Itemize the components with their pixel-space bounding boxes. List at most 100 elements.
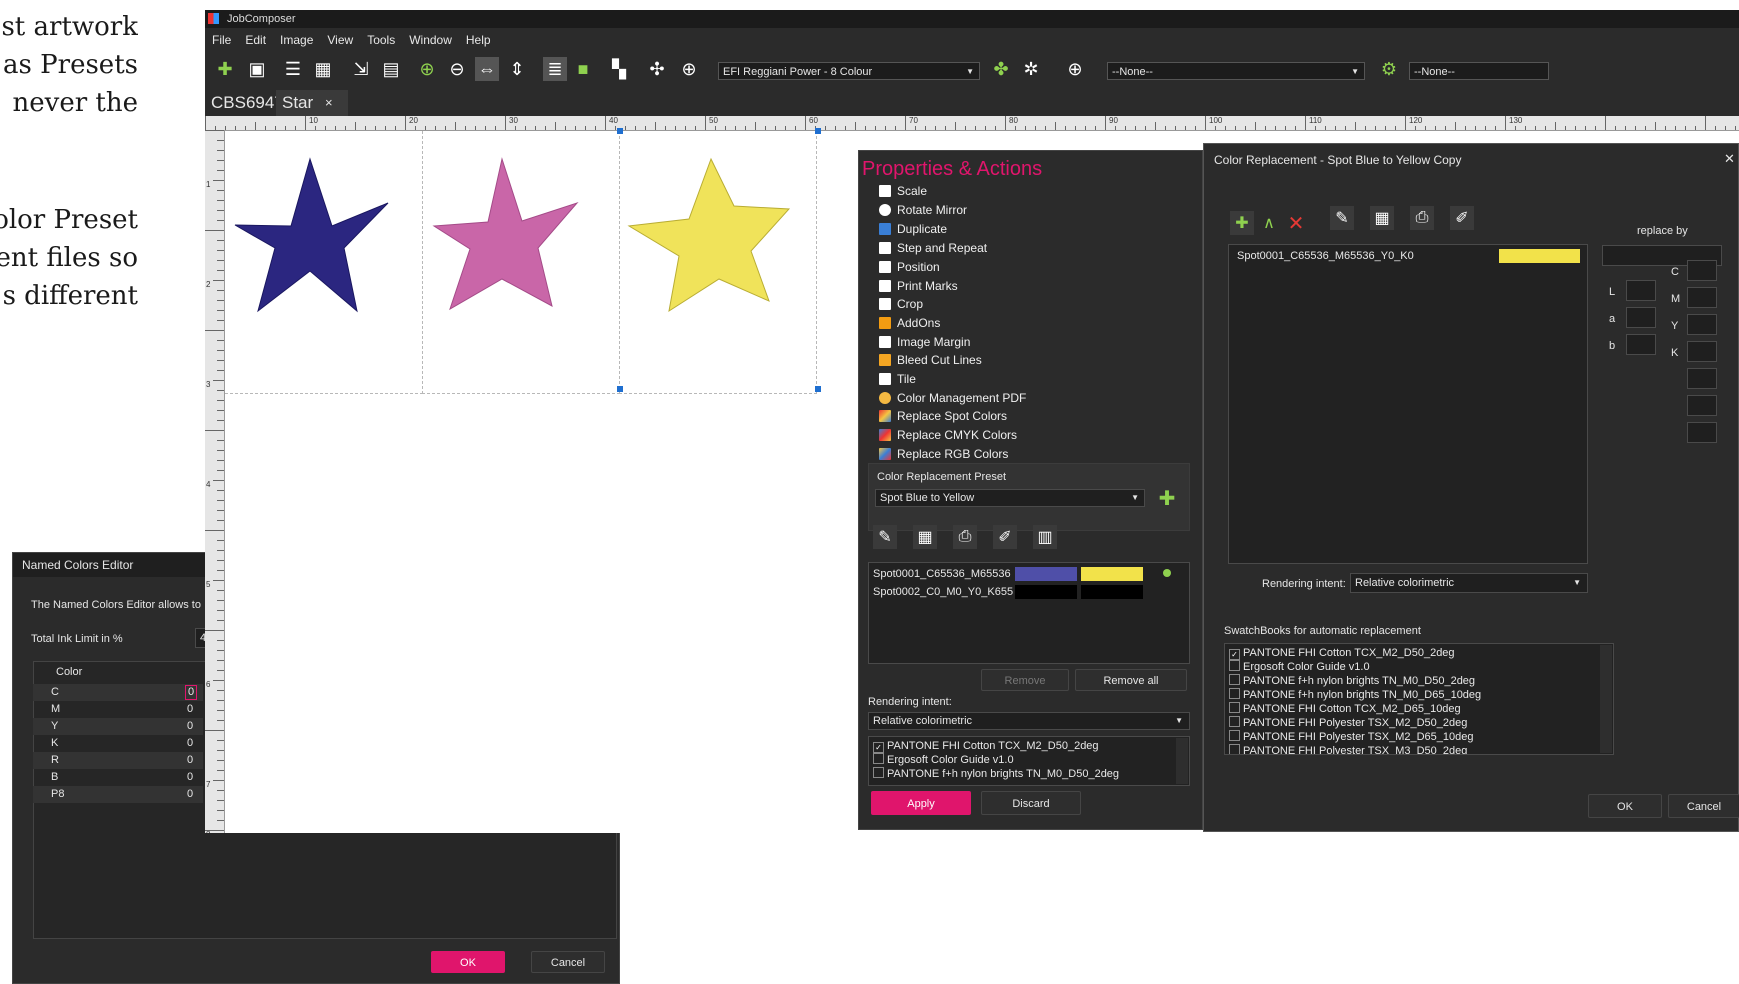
preset-dropdown[interactable]: Spot Blue to Yellow ▼ [875,489,1145,507]
none-dropdown[interactable]: --None-- ▼ [1107,62,1365,80]
ok-button[interactable]: OK [1588,794,1662,818]
rendering-intent-dropdown[interactable]: Relative colorimetric ▼ [1350,573,1588,593]
rendering-intent-dropdown[interactable]: Relative colorimetric ▼ [868,712,1190,730]
swatchbook-item[interactable]: ✓ PANTONE FHI Cotton TCX_M2_D50_2deg [873,739,1099,753]
table-row[interactable]: Y0 [33,718,203,735]
swatchbook-item[interactable]: PANTONE FHI Polyester TSX_M3_D50_2deg [1229,744,1467,754]
measure-icon[interactable]: ✐ [1450,206,1474,230]
cancel-button[interactable]: Cancel [531,951,605,973]
swatchbook-item[interactable]: Ergosoft Color Guide v1.0 [873,753,1014,767]
action-crop[interactable]: Crop [879,296,923,313]
action-tile[interactable]: Tile [879,371,916,388]
action-color-management-pdf[interactable]: Color Management PDF [879,390,1026,407]
fit-width-icon[interactable]: ⇔ [475,57,499,81]
crosshair-icon[interactable]: ⊕ [677,57,701,81]
image-icon[interactable]: ▦ [311,57,335,81]
swatchbook-item[interactable]: ✓ PANTONE FHI Cotton TCX_M2_D50_2deg [1229,646,1455,660]
cmyk-c-input[interactable] [1687,260,1717,281]
edit-color-icon[interactable]: ✎ [1330,206,1354,230]
table-row[interactable]: B0 [33,769,203,786]
star-image-pink[interactable] [422,131,619,393]
action-replace-spot-colors[interactable]: Replace Spot Colors [879,408,1007,425]
action-duplicate[interactable]: Duplicate [879,221,947,238]
ok-button[interactable]: OK [431,951,505,973]
target-color-swatch[interactable] [1081,585,1143,599]
selection-handle[interactable] [815,128,821,134]
replacement-name[interactable]: Spot0001_C65536_M65536 [873,567,1013,581]
action-rotate-mirror[interactable]: Rotate Mirror [879,202,967,219]
lab-l-input[interactable] [1626,280,1656,301]
action-bleed-cut-lines[interactable]: Bleed Cut Lines [879,352,982,369]
menu-tools[interactable]: Tools [360,30,402,50]
gear-icon[interactable]: ⚙ [1377,57,1401,81]
star-image-yellow[interactable] [619,131,816,393]
star-image-navy[interactable] [225,131,422,393]
zoom-in-icon[interactable]: ⊕ [415,57,439,81]
action-scale[interactable]: Scale [879,183,927,200]
swatch-icon[interactable]: ▥ [1033,525,1057,549]
gear-color-icon[interactable]: ✲ [1019,57,1043,81]
palette-icon[interactable]: ▦ [1370,206,1394,230]
remove-all-button[interactable]: Remove all [1075,669,1187,691]
cmyk-y-input[interactable] [1687,314,1717,335]
channel-input[interactable] [1687,422,1717,443]
edit-color-icon[interactable]: ✎ [873,525,897,549]
printer-icon[interactable]: ⎙ [1410,206,1434,230]
action-addons[interactable]: AddOns [879,315,940,332]
cancel-button[interactable]: Cancel [1668,794,1739,818]
table-row[interactable]: R0 [33,752,203,769]
scrollbar[interactable] [1176,738,1188,784]
channel-input[interactable] [1687,368,1717,389]
list-icon[interactable]: ≣ [543,57,567,81]
menu-window[interactable]: Window [402,30,459,50]
swatchbook-item[interactable]: PANTONE f+h nylon brights TN_M0_D50_2deg [873,767,1119,781]
close-icon[interactable]: ✕ [1724,151,1735,167]
add-preset-icon[interactable]: ✚ [1155,486,1179,510]
add-image-icon[interactable]: ▣ [245,57,269,81]
none-dropdown-2[interactable]: --None-- [1409,62,1549,80]
remove-button[interactable]: Remove [981,669,1069,691]
new-icon[interactable]: ✚ [213,57,237,81]
table-row[interactable]: P8 0 [33,786,203,803]
lab-a-input[interactable] [1626,307,1656,328]
cmyk-m-input[interactable] [1687,287,1717,308]
cmyk-k-input[interactable] [1687,341,1717,362]
scrollbar[interactable] [1600,645,1612,753]
swatchbook-item[interactable]: PANTONE FHI Polyester TSX_M2_D50_2deg [1229,716,1467,730]
lab-b-input[interactable] [1626,334,1656,355]
nest-icon[interactable]: ✣ [645,57,669,81]
zoom-out-icon[interactable]: ⊖ [445,57,469,81]
swatchbook-item[interactable]: PANTONE FHI Cotton TCX_M2_D65_10deg [1229,702,1461,716]
swatchbook-item[interactable]: Ergosoft Color Guide v1.0 [1229,660,1370,674]
menu-view[interactable]: View [320,30,360,50]
delete-icon[interactable]: ✕ [1284,211,1308,235]
split-icon[interactable]: ☰ [281,57,305,81]
apply-button[interactable]: Apply [871,791,971,815]
tab-star[interactable]: Star × [276,90,348,116]
selection-handle[interactable] [617,386,623,392]
menu-file[interactable]: File [205,30,238,50]
action-image-margin[interactable]: Image Margin [879,334,970,351]
square-icon[interactable]: ■ [571,57,595,81]
swatchbook-item[interactable]: PANTONE f+h nylon brights TN_M0_D50_2deg [1229,674,1475,688]
table-row[interactable]: C0 [33,684,203,701]
stack-icon[interactable]: ▤ [379,57,403,81]
palette-icon[interactable]: ▦ [913,525,937,549]
action-replace-rgb-colors[interactable]: Replace RGB Colors [879,446,1008,463]
printer-icon[interactable]: ⎙ [953,525,977,549]
fit-height-icon[interactable]: ⇕ [505,57,529,81]
layout-icon[interactable]: ▚ [607,57,631,81]
target-color-swatch[interactable] [1081,567,1143,581]
table-row[interactable]: K0 [33,735,203,752]
action-step-and-repeat[interactable]: Step and Repeat [879,240,987,257]
menu-image[interactable]: Image [273,30,320,50]
color-settings-icon[interactable]: ✤ [989,57,1013,81]
channel-input[interactable] [1687,395,1717,416]
discard-button[interactable]: Discard [981,791,1081,815]
menu-edit[interactable]: Edit [238,30,273,50]
action-replace-cmyk-colors[interactable]: Replace CMYK Colors [879,427,1017,444]
table-row[interactable]: M0 [33,701,203,718]
measure-icon[interactable]: ✐ [993,525,1017,549]
action-position[interactable]: Position [879,259,940,276]
import-icon[interactable]: ⇲ [349,57,373,81]
